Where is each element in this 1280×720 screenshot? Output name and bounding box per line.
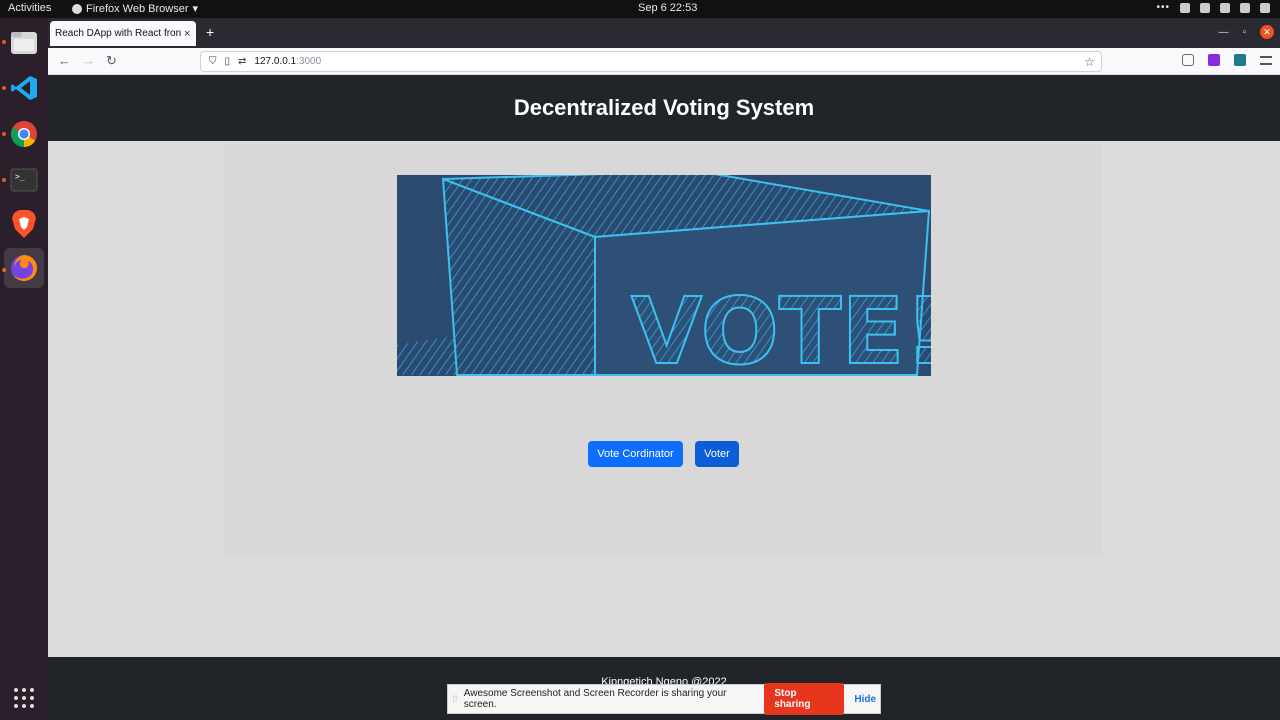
dock: >_ [0, 18, 48, 720]
page-icon: ▯ [224, 56, 231, 67]
vote-coordinator-button[interactable]: Vote Cordinator [588, 441, 683, 467]
chrome-app-icon[interactable] [8, 118, 40, 150]
reload-icon[interactable]: ↻ [106, 53, 117, 69]
url-host: 127.0.0.1 [254, 56, 297, 67]
stop-sharing-button[interactable]: Stop sharing [764, 683, 845, 715]
bookmark-star-icon[interactable]: ☆ [1084, 55, 1095, 69]
running-indicator [2, 40, 6, 44]
show-applications-icon[interactable] [8, 682, 40, 714]
url-bar[interactable]: ⛉ ▯ ⇄ 127.0.0.1 :3000 ☆ [200, 51, 1102, 72]
restore-icon[interactable]: ▫ [1242, 27, 1246, 38]
screen-sharing-bar: ⁞⁞ Awesome Screenshot and Screen Recorde… [447, 683, 881, 715]
vscode-app-icon[interactable] [8, 72, 40, 104]
wifi-icon [1180, 2, 1190, 13]
system-top-bar: Activities Firefox Web Browser ▾ Sep 6 2… [0, 0, 1280, 18]
battery-icon [1240, 2, 1250, 13]
tab-active[interactable]: Reach DApp with React front × [50, 21, 196, 46]
clock[interactable]: Sep 6 22:53 [638, 2, 697, 14]
firefox-icon [72, 3, 82, 14]
running-indicator [2, 86, 6, 90]
menu-icon[interactable] [1260, 55, 1272, 65]
svg-text:>_: >_ [15, 172, 25, 181]
extension-icon[interactable] [1208, 54, 1220, 66]
new-tab-button[interactable]: + [206, 24, 214, 40]
chevron-down-icon: ▾ [192, 3, 199, 15]
tab-title: Reach DApp with React front [55, 28, 181, 39]
brave-app-icon[interactable] [8, 208, 40, 240]
activities-button[interactable]: Activities [8, 2, 51, 14]
url-port: :3000 [296, 56, 322, 67]
running-indicator [2, 178, 6, 182]
app-menu-label: Firefox Web Browser [86, 2, 189, 15]
sharing-message: Awesome Screenshot and Screen Recorder i… [463, 688, 727, 710]
voter-button[interactable]: Voter [695, 441, 739, 467]
navigation-toolbar: ← → ↻ ⛉ ▯ ⇄ 127.0.0.1 :3000 ☆ [48, 48, 1280, 75]
drag-handle-icon[interactable]: ⁞⁞ [448, 694, 462, 704]
microphone-icon [1220, 2, 1230, 13]
terminal-app-icon[interactable]: >_ [8, 164, 40, 196]
more-icon[interactable]: ••• [1156, 2, 1170, 13]
minimize-icon[interactable]: — [1218, 27, 1228, 38]
forward-icon[interactable]: → [82, 53, 95, 68]
vote-banner-image: VOTE! [397, 175, 931, 376]
close-tab-icon[interactable]: × [184, 28, 190, 40]
close-window-icon[interactable]: ✕ [1260, 25, 1274, 39]
pocket-icon[interactable] [1182, 54, 1194, 66]
hide-button[interactable]: Hide [850, 690, 880, 709]
power-icon [1260, 2, 1270, 13]
web-page: Decentralized Voting System VOTE! Vote C… [48, 75, 1280, 720]
back-icon[interactable]: ← [58, 53, 71, 68]
screen-recorder-icon[interactable] [1234, 54, 1246, 66]
tab-strip: Reach DApp with React front × + — ▫ ✕ [48, 18, 1280, 48]
volume-icon [1200, 2, 1210, 13]
files-app-icon[interactable] [8, 26, 40, 58]
permissions-icon[interactable]: ⇄ [238, 56, 246, 67]
window-controls: — ▫ ✕ [1218, 25, 1274, 39]
toolbar-extensions [1182, 54, 1272, 66]
browser-window: Reach DApp with React front × + — ▫ ✕ ← … [48, 18, 1280, 720]
page-header: Decentralized Voting System [48, 75, 1280, 141]
system-tray[interactable]: ••• [1156, 2, 1270, 13]
firefox-app-icon[interactable] [4, 248, 44, 288]
app-menu[interactable]: Firefox Web Browser ▾ [72, 2, 198, 15]
page-title: Decentralized Voting System [513, 95, 815, 120]
vote-banner-text: VOTE! [631, 278, 931, 376]
shield-icon[interactable]: ⛉ [209, 56, 217, 67]
running-indicator [2, 132, 6, 136]
